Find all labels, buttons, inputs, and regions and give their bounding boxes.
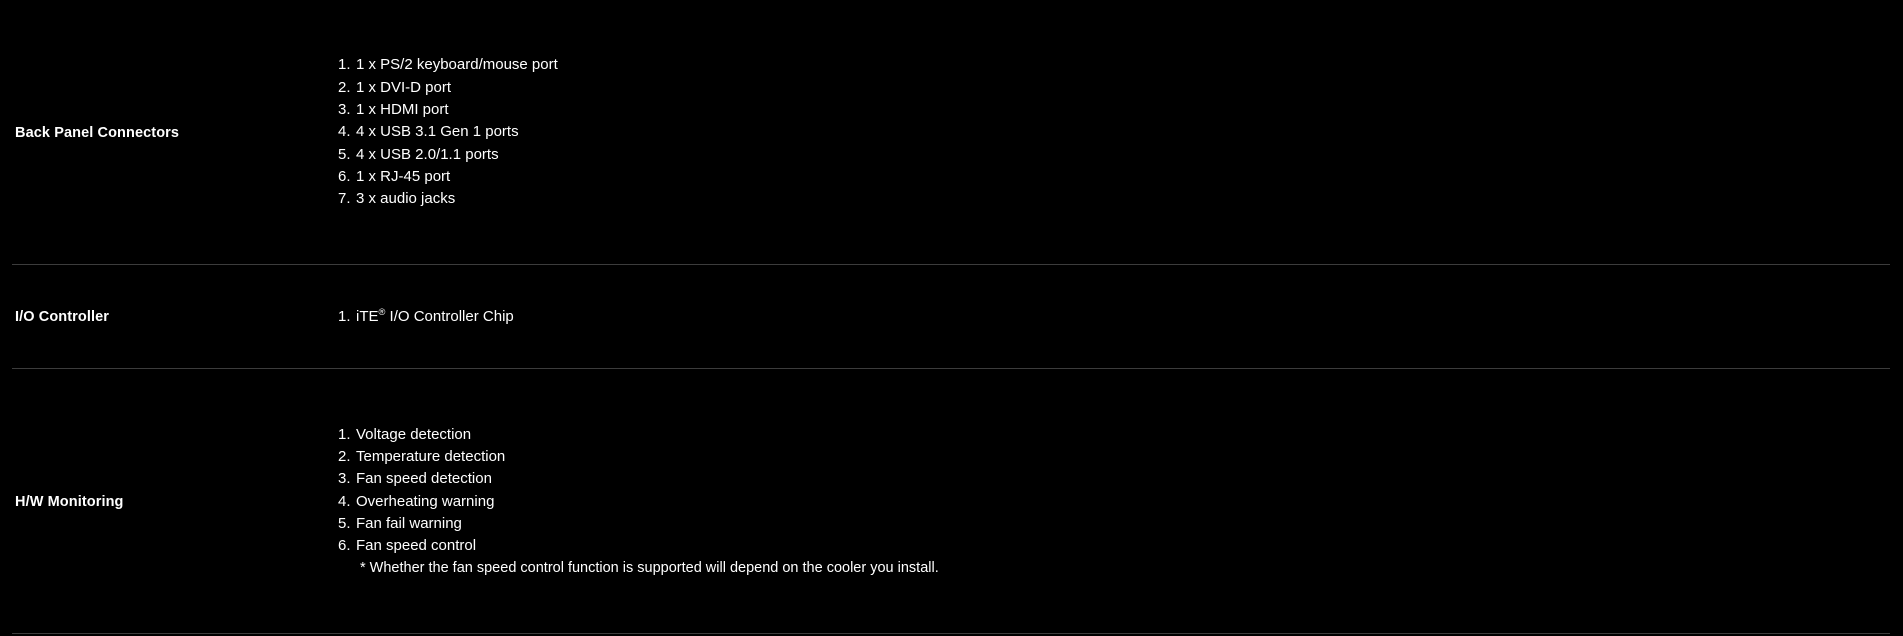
list-item-text: 4 x USB 2.0/1.1 ports bbox=[356, 145, 499, 163]
spec-row-back-panel-connectors: Back Panel Connectors 1. 1 x PS/2 keyboar… bbox=[0, 0, 1903, 265]
spec-label-back-panel-connectors: Back Panel Connectors bbox=[15, 124, 180, 141]
list-item: 1. 1 x PS/2 keyboard/mouse port bbox=[338, 54, 1883, 76]
list-item: 5. 4 x USB 2.0/1.1 ports bbox=[338, 144, 1883, 166]
list-item-number: 6. bbox=[338, 167, 351, 185]
list-item-text: Temperature detection bbox=[356, 447, 506, 465]
spec-value-io-controller: 1. iTE® I/O Controller Chip bbox=[338, 306, 1903, 328]
spec-row-hw-monitoring: H/W Monitoring 1. Voltage detection 2. Tem… bbox=[0, 369, 1903, 634]
list-item-text: 1 x HDMI port bbox=[356, 101, 449, 119]
spec-value-back-panel-connectors: 1. 1 x PS/2 keyboard/mouse port 2. 1 x DVI… bbox=[338, 54, 1903, 210]
list-item-number: 4. bbox=[338, 123, 351, 141]
list-item-text: 1 x PS/2 keyboard/mouse port bbox=[356, 56, 558, 74]
back-panel-connectors-list: 1. 1 x PS/2 keyboard/mouse port 2. 1 x DVI… bbox=[338, 54, 1883, 210]
list-item-number: 5. bbox=[338, 514, 351, 532]
list-item-text: Voltage detection bbox=[356, 425, 472, 443]
list-item-number: 4. bbox=[338, 492, 351, 510]
list-item: 7. 3 x audio jacks bbox=[338, 188, 1883, 210]
list-item-text: 1 x DVI-D port bbox=[356, 78, 452, 96]
list-item-text-before-superscript: iTE bbox=[356, 307, 379, 325]
list-item-number: 1. bbox=[338, 425, 351, 443]
spec-row-io-controller: I/O Controller 1. iTE® I/O Controller Chi… bbox=[0, 265, 1903, 369]
list-item-number: 3. bbox=[338, 101, 351, 119]
hw-monitoring-list: 1. Voltage detection 2. Temperature detect… bbox=[338, 424, 1883, 558]
list-item-number: 1. bbox=[338, 56, 351, 74]
io-controller-list: 1. iTE® I/O Controller Chip bbox=[338, 306, 1883, 328]
list-item: 3. 1 x HDMI port bbox=[338, 99, 1883, 121]
list-item-number: 6. bbox=[338, 537, 351, 555]
list-item: 5. Fan fail warning bbox=[338, 513, 1883, 535]
list-item-text: Fan speed detection bbox=[356, 470, 492, 488]
list-item-number: 5. bbox=[338, 145, 351, 163]
list-item-text: Overheating warning bbox=[356, 492, 495, 510]
list-item: 2. 1 x DVI-D port bbox=[338, 77, 1883, 99]
spec-label-hw-monitoring: H/W Monitoring bbox=[15, 493, 124, 510]
list-item-text: 1 x RJ-45 port bbox=[356, 167, 451, 185]
spec-value-hw-monitoring: 1. Voltage detection 2. Temperature detect… bbox=[338, 424, 1903, 580]
list-item: 1. Voltage detection bbox=[338, 424, 1883, 446]
list-item-number: 2. bbox=[338, 78, 351, 96]
list-item: 2. Temperature detection bbox=[338, 446, 1883, 468]
list-item-number: 1. bbox=[338, 307, 351, 325]
list-item-text-after-superscript: I/O Controller Chip bbox=[385, 307, 514, 325]
list-item: 1. iTE® I/O Controller Chip bbox=[338, 306, 1883, 328]
list-item: 6. 1 x RJ-45 port bbox=[338, 166, 1883, 188]
specification-table: Back Panel Connectors 1. 1 x PS/2 keyboar… bbox=[0, 0, 1903, 634]
list-item-number: 7. bbox=[338, 190, 351, 208]
spec-label-io-controller: I/O Controller bbox=[15, 309, 110, 325]
list-item-text: 4 x USB 3.1 Gen 1 ports bbox=[356, 123, 519, 141]
list-item: 3. Fan speed detection bbox=[338, 468, 1883, 490]
hw-monitoring-footnote: * Whether the fan speed control function… bbox=[360, 560, 939, 577]
list-item: 6. Fan speed control bbox=[338, 535, 1883, 557]
row-divider bbox=[12, 633, 1890, 634]
list-item-text: 3 x audio jacks bbox=[356, 190, 456, 208]
list-item: 4. 4 x USB 3.1 Gen 1 ports bbox=[338, 121, 1883, 143]
list-item: 4. Overheating warning bbox=[338, 491, 1883, 513]
list-item-text: Fan fail warning bbox=[356, 514, 462, 532]
list-item-number: 2. bbox=[338, 447, 351, 465]
list-item-text: Fan speed control bbox=[356, 537, 477, 555]
list-item-number: 3. bbox=[338, 470, 351, 488]
